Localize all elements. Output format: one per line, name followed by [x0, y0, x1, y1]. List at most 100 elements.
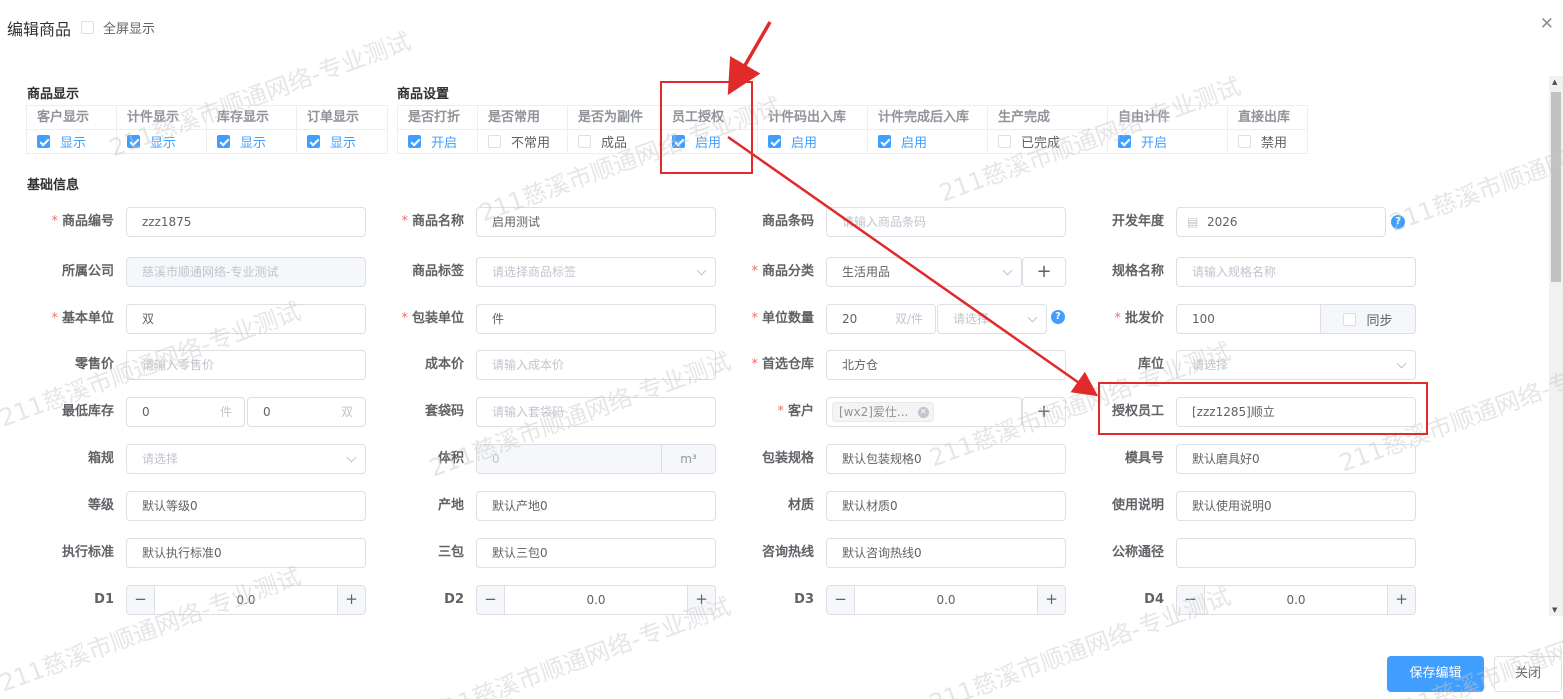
retail-input[interactable]: 请输入零售价 — [126, 350, 366, 380]
settings-col-header: 是否常用 — [478, 106, 567, 130]
unit-qty-suffix: 双/件 — [894, 312, 923, 326]
settings-col-cell[interactable]: 已完成 — [988, 130, 1107, 153]
settings-checkbox[interactable] — [1238, 135, 1251, 148]
save-button[interactable]: 保存编辑 — [1387, 656, 1484, 692]
display-col-header: 计件显示 — [117, 106, 206, 130]
d3-value[interactable]: 0.0 — [855, 586, 1037, 614]
unit-qty-input[interactable]: 20 双/件 — [826, 304, 936, 334]
mold-input[interactable]: 默认磨具好0 — [1176, 444, 1416, 474]
scrollbar-thumb[interactable] — [1551, 92, 1561, 282]
help-icon[interactable]: ? — [1391, 215, 1405, 229]
settings-checkbox[interactable] — [488, 135, 501, 148]
display-checkbox[interactable] — [217, 135, 230, 148]
unit-qty-select[interactable]: 请选择 — [937, 304, 1047, 334]
close-button[interactable]: 关闭 — [1494, 656, 1562, 692]
scrollbar[interactable]: ▲ ▼ — [1549, 76, 1563, 616]
box-spec-select[interactable]: 请选择 — [126, 444, 366, 474]
display-col-cell[interactable]: 显示 — [117, 130, 206, 153]
help-icon[interactable]: ? — [1051, 310, 1065, 324]
settings-col-cell[interactable]: 不常用 — [478, 130, 567, 153]
d1-stepper[interactable]: − 0.0 + — [126, 585, 366, 615]
close-icon[interactable]: ✕ — [1540, 14, 1554, 34]
settings-checkbox[interactable] — [408, 135, 421, 148]
year-picker[interactable]: ▤ 2026 — [1176, 207, 1386, 237]
decrement-button[interactable]: − — [827, 586, 855, 614]
fullscreen-checkbox[interactable] — [81, 21, 94, 34]
form-row: 所属公司 慈溪市顺通网络-专业测试 商品标签 请选择商品标签 * 商品分类 生活用… — [0, 257, 1563, 287]
barcode-input[interactable]: 请输入商品条码 — [826, 207, 1066, 237]
cost-input[interactable]: 请输入成本价 — [476, 350, 716, 380]
display-checkbox[interactable] — [307, 135, 320, 148]
settings-col-header: 计件完成后入库 — [868, 106, 987, 130]
name-input[interactable]: 启用测试 — [476, 207, 716, 237]
d3-stepper[interactable]: − 0.0 + — [826, 585, 1066, 615]
category-select[interactable]: 生活用品 — [826, 257, 1022, 287]
settings-col-cell[interactable]: 启用 — [758, 130, 867, 153]
warranty-input[interactable]: 默认三包0 — [476, 538, 716, 568]
decrement-button[interactable]: − — [477, 586, 505, 614]
d4-stepper[interactable]: − 0.0 + — [1176, 585, 1416, 615]
settings-checkbox[interactable] — [998, 135, 1011, 148]
settings-checkbox[interactable] — [768, 135, 781, 148]
decrement-button[interactable]: − — [1177, 586, 1205, 614]
increment-button[interactable]: + — [687, 586, 715, 614]
decrement-button[interactable]: − — [127, 586, 155, 614]
unit-input[interactable]: 双 — [126, 304, 366, 334]
settings-col-cell[interactable]: 开启 — [398, 130, 477, 153]
origin-label: 产地 — [437, 498, 464, 513]
d2-value[interactable]: 0.0 — [505, 586, 687, 614]
usage-input[interactable]: 默认使用说明0 — [1176, 491, 1416, 521]
tag-close-icon[interactable]: × — [917, 407, 929, 418]
code-input[interactable]: zzz1875 — [126, 207, 366, 237]
customer-tag[interactable]: [wx2]爱仕... × — [832, 402, 934, 422]
fullscreen-label: 全屏显示 — [103, 22, 156, 37]
sync-toggle[interactable]: 同步 — [1320, 304, 1416, 334]
standard-input[interactable]: 默认执行标准0 — [126, 538, 366, 568]
hotline-input[interactable]: 默认咨询热线0 — [826, 538, 1066, 568]
d4-value[interactable]: 0.0 — [1205, 586, 1387, 614]
settings-checkbox[interactable] — [578, 135, 591, 148]
add-customer-button[interactable]: + — [1022, 397, 1066, 427]
min-stock-input-1[interactable]: 0 件 — [126, 397, 245, 427]
sync-checkbox[interactable] — [1343, 312, 1357, 326]
fullscreen-toggle[interactable]: 全屏显示 — [81, 18, 155, 37]
grade-label: 等级 — [87, 498, 114, 513]
d1-value[interactable]: 0.0 — [155, 586, 337, 614]
add-category-button[interactable]: + — [1022, 257, 1066, 287]
display-checkbox[interactable] — [37, 135, 50, 148]
settings-col-cell[interactable]: 开启 — [1108, 130, 1227, 153]
increment-button[interactable]: + — [1037, 586, 1065, 614]
display-col-cell[interactable]: 显示 — [297, 130, 387, 153]
form-row: D1 − 0.0 + D2 − 0.0 + D3 − 0.0 + D4 − 0.… — [0, 585, 1563, 615]
settings-checkbox[interactable] — [878, 135, 891, 148]
warehouse-input[interactable]: 北方仓 — [826, 350, 1066, 380]
pack-unit-input[interactable]: 件 — [476, 304, 716, 334]
settings-checkbox[interactable] — [1118, 135, 1131, 148]
location-label: 库位 — [1137, 357, 1164, 372]
increment-button[interactable]: + — [1387, 586, 1415, 614]
barcode-label: 商品条码 — [761, 214, 814, 229]
customer-select[interactable]: [wx2]爱仕... × — [826, 397, 1022, 427]
display-checkbox[interactable] — [127, 135, 140, 148]
location-select[interactable]: 请选择 — [1176, 350, 1416, 380]
settings-col-cell[interactable]: 禁用 — [1228, 130, 1307, 153]
increment-button[interactable]: + — [337, 586, 365, 614]
pack-spec-input[interactable]: 默认包装规格0 — [826, 444, 1066, 474]
scroll-up-icon[interactable]: ▲ — [1552, 78, 1557, 86]
d2-stepper[interactable]: − 0.0 + — [476, 585, 716, 615]
min-stock-input-2[interactable]: 0 双 — [247, 397, 366, 427]
wholesale-input[interactable]: 100 — [1176, 304, 1326, 334]
settings-col-value: 不常用 — [511, 136, 551, 151]
tag-select[interactable]: 请选择商品标签 — [476, 257, 716, 287]
material-input[interactable]: 默认材质0 — [826, 491, 1066, 521]
origin-input[interactable]: 默认产地0 — [476, 491, 716, 521]
display-col-cell[interactable]: 显示 — [207, 130, 296, 153]
settings-col-cell[interactable]: 启用 — [868, 130, 987, 153]
spec-input[interactable]: 请输入规格名称 — [1176, 257, 1416, 287]
calendar-icon: ▤ — [1187, 215, 1199, 229]
grade-input[interactable]: 默认等级0 — [126, 491, 366, 521]
settings-col-cell[interactable]: 成品 — [568, 130, 661, 153]
bag-code-input[interactable]: 请输入套袋码 — [476, 397, 716, 427]
display-col-cell[interactable]: 显示 — [27, 130, 116, 153]
generic-input[interactable] — [1176, 538, 1416, 568]
